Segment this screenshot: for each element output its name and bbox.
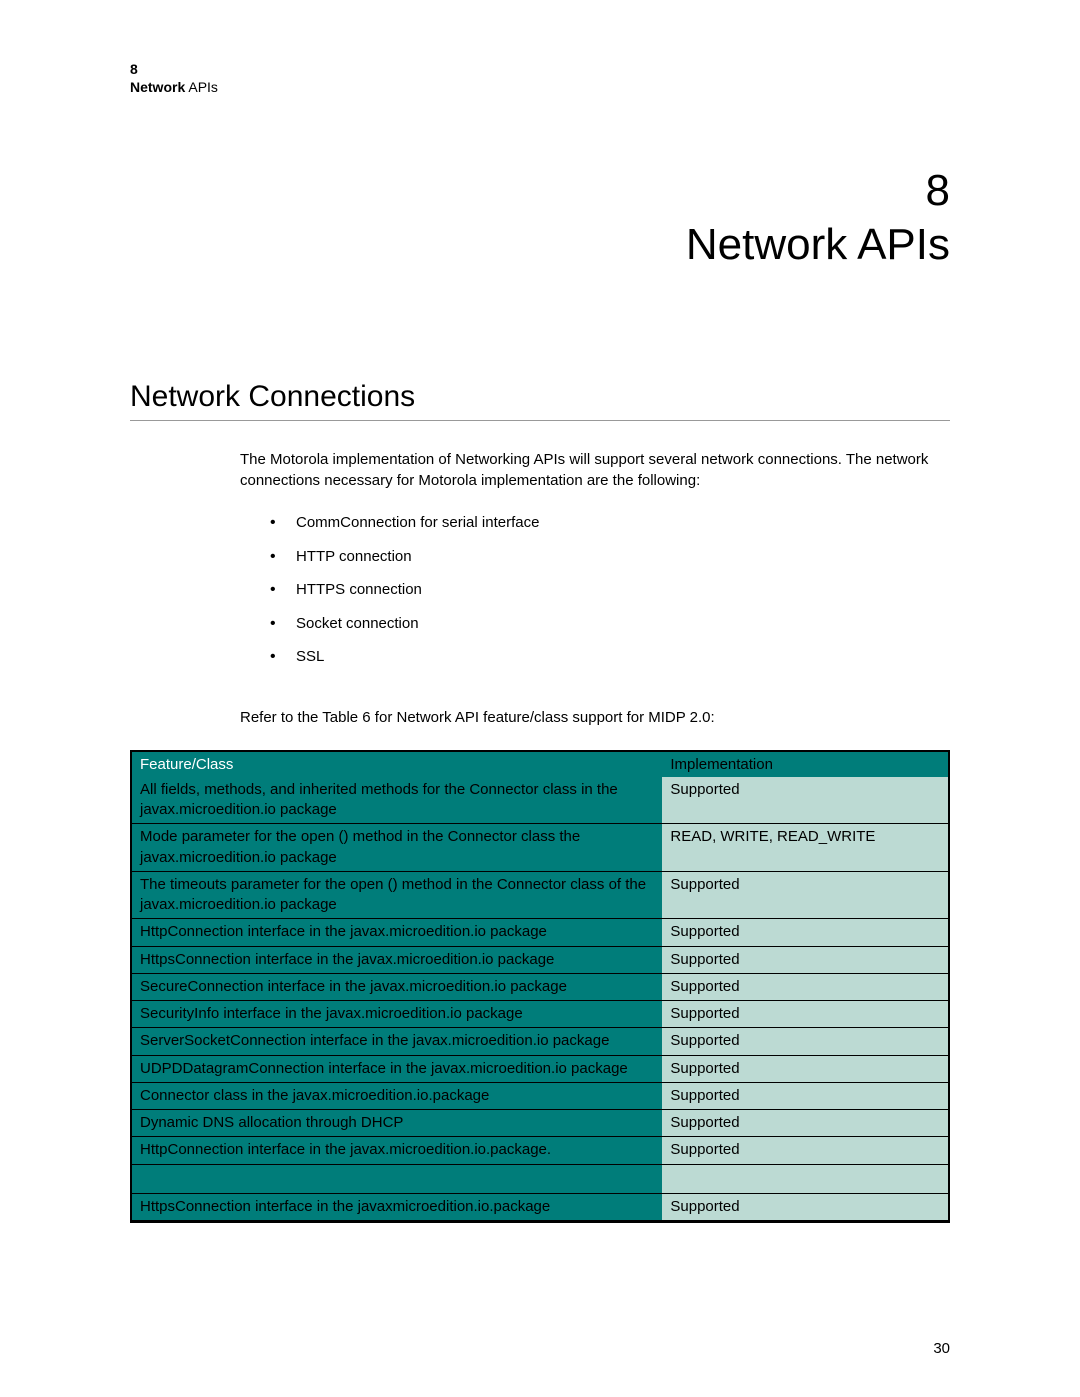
cell-implementation: Supported: [662, 946, 948, 973]
cell-feature: HttpsConnection interface in the javax.m…: [132, 946, 662, 973]
cell-feature: All fields, methods, and inherited metho…: [132, 777, 662, 824]
table-row: Mode parameter for the open () method in…: [132, 824, 948, 872]
running-header-number: 8: [130, 60, 950, 78]
bullet-item: HTTP connection: [270, 547, 950, 567]
cell-feature: Connector class in the javax.microeditio…: [132, 1082, 662, 1109]
table-row: ServerSocketConnection interface in the …: [132, 1028, 948, 1055]
chapter-title: Network APIs: [130, 220, 950, 270]
running-header: 8 Network APIs: [130, 60, 950, 96]
cell-feature: Dynamic DNS allocation through DHCP: [132, 1110, 662, 1137]
table-row: SecurityInfo interface in the javax.micr…: [132, 1001, 948, 1028]
table-row: HttpConnection interface in the javax.mi…: [132, 919, 948, 946]
table-row: HttpConnection interface in the javax.mi…: [132, 1137, 948, 1164]
cell-implementation: Supported: [662, 1055, 948, 1082]
intro-paragraph: The Motorola implementation of Networkin…: [240, 449, 950, 491]
cell-feature: HttpConnection interface in the javax.mi…: [132, 1137, 662, 1164]
cell-implementation: Supported: [662, 1028, 948, 1055]
cell-feature: [132, 1164, 662, 1193]
running-header-title: Network APIs: [130, 78, 950, 96]
running-header-title-rest: APIs: [185, 79, 218, 95]
feature-table: Feature/Class Implementation All fields,…: [132, 752, 948, 1221]
cell-implementation: Supported: [662, 777, 948, 824]
table-row: HttpsConnection interface in the javaxmi…: [132, 1193, 948, 1220]
table-row-spacer: [132, 1164, 948, 1193]
cell-feature: SecureConnection interface in the javax.…: [132, 973, 662, 1000]
table-row: Dynamic DNS allocation through DHCPSuppo…: [132, 1110, 948, 1137]
bullet-item: CommConnection for serial interface: [270, 513, 950, 533]
cell-implementation: Supported: [662, 1137, 948, 1164]
table-body: All fields, methods, and inherited metho…: [132, 777, 948, 1221]
cell-feature: HttpsConnection interface in the javaxmi…: [132, 1193, 662, 1220]
cell-feature: ServerSocketConnection interface in the …: [132, 1028, 662, 1055]
refer-paragraph: Refer to the Table 6 for Network API fea…: [240, 707, 950, 728]
cell-implementation: READ, WRITE, READ_WRITE: [662, 824, 948, 872]
cell-implementation: Supported: [662, 919, 948, 946]
cell-feature: HttpConnection interface in the javax.mi…: [132, 919, 662, 946]
cell-implementation: Supported: [662, 973, 948, 1000]
table-row: SecureConnection interface in the javax.…: [132, 973, 948, 1000]
cell-feature: UDPDDatagramConnection interface in the …: [132, 1055, 662, 1082]
cell-implementation: [662, 1164, 948, 1193]
cell-implementation: Supported: [662, 1001, 948, 1028]
body-content: The Motorola implementation of Networkin…: [240, 449, 950, 728]
table-header-row: Feature/Class Implementation: [132, 752, 948, 777]
cell-implementation: Supported: [662, 1082, 948, 1109]
col-header-implementation: Implementation: [662, 752, 948, 777]
bullet-item: Socket connection: [270, 614, 950, 634]
cell-implementation: Supported: [662, 871, 948, 919]
table-row: UDPDDatagramConnection interface in the …: [132, 1055, 948, 1082]
running-header-title-bold: Network: [130, 79, 185, 95]
page: 8 Network APIs 8 Network APIs Network Co…: [0, 0, 1080, 1397]
bullet-item: HTTPS connection: [270, 580, 950, 600]
cell-feature: Mode parameter for the open () method in…: [132, 824, 662, 872]
page-number: 30: [933, 1340, 950, 1357]
col-header-feature: Feature/Class: [132, 752, 662, 777]
table-row: Connector class in the javax.microeditio…: [132, 1082, 948, 1109]
cell-implementation: Supported: [662, 1110, 948, 1137]
table-row: HttpsConnection interface in the javax.m…: [132, 946, 948, 973]
table-row: All fields, methods, and inherited metho…: [132, 777, 948, 824]
cell-feature: SecurityInfo interface in the javax.micr…: [132, 1001, 662, 1028]
feature-table-container: Feature/Class Implementation All fields,…: [130, 750, 950, 1223]
table-row: The timeouts parameter for the open () m…: [132, 871, 948, 919]
chapter-number: 8: [130, 166, 950, 216]
bullet-list: CommConnection for serial interface HTTP…: [240, 513, 950, 667]
bullet-item: SSL: [270, 647, 950, 667]
section-heading: Network Connections: [130, 380, 950, 421]
cell-feature: The timeouts parameter for the open () m…: [132, 871, 662, 919]
cell-implementation: Supported: [662, 1193, 948, 1220]
